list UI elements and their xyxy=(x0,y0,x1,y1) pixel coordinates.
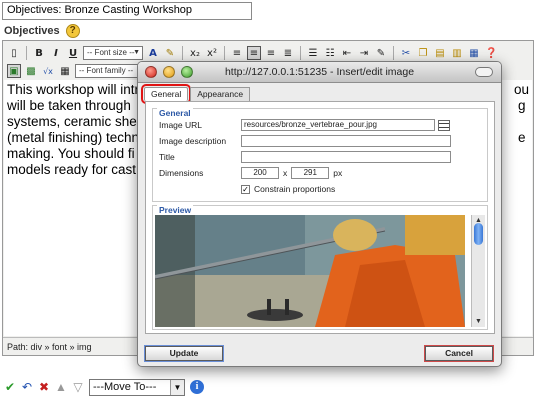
chevron-down-icon: ▼ xyxy=(133,48,140,56)
toolbar-separator xyxy=(26,45,27,60)
font-family-select[interactable]: -- Font family -- xyxy=(75,63,139,78)
undo-icon[interactable]: ↶ xyxy=(21,380,33,394)
help-button-icon[interactable]: ❓ xyxy=(484,46,498,60)
move-to-select[interactable]: ---Move To--- ▼ xyxy=(89,378,185,396)
toolbar-separator xyxy=(182,45,183,60)
outdent-icon[interactable]: ⇤ xyxy=(340,46,354,60)
scroll-down-icon[interactable]: ▼ xyxy=(474,317,483,326)
table-icon[interactable]: ▦ xyxy=(58,64,72,78)
insert-image-dialog: http://127.0.0.1:51235 - Insert/edit ima… xyxy=(137,61,502,367)
underline-button[interactable]: U xyxy=(66,46,80,60)
title-input[interactable] xyxy=(241,151,451,163)
objectives-header: Objectives ? xyxy=(4,23,80,39)
dialog-titlebar[interactable]: http://127.0.0.1:51235 - Insert/edit ima… xyxy=(138,62,501,83)
superscript-icon[interactable]: x² xyxy=(205,46,219,60)
constrain-checkbox[interactable]: ✓ xyxy=(241,184,250,194)
image-description-row: Image description xyxy=(159,135,451,147)
dimensions-row: Dimensions 200 x 291 px xyxy=(159,167,342,179)
preview-legend: Preview xyxy=(157,205,194,215)
image-description-input[interactable] xyxy=(241,135,451,147)
new-document-icon[interactable]: ▯ xyxy=(7,46,21,60)
paste-word-icon[interactable]: ▦ xyxy=(467,46,481,60)
unit-label: px xyxy=(333,168,343,178)
italic-button[interactable]: I xyxy=(49,46,63,60)
align-justify-icon[interactable]: ≣ xyxy=(281,46,295,60)
constrain-label: Constrain proportions xyxy=(254,184,336,194)
insert-image-icon[interactable]: ▣ xyxy=(7,63,21,78)
info-icon[interactable]: i xyxy=(190,380,204,394)
highlight-color-icon[interactable]: ✎ xyxy=(163,46,177,60)
preview-scrollbar[interactable]: ▲ ▼ xyxy=(471,215,485,327)
objectives-label: Objectives xyxy=(4,25,60,37)
toolbar-separator xyxy=(300,45,301,60)
image-url-input[interactable]: resources/bronze_vertebrae_pour.jpg xyxy=(241,119,435,131)
constrain-row: ✓ Constrain proportions xyxy=(241,183,335,195)
preview-fieldset: Preview ▲ ▼ xyxy=(152,205,488,330)
edit-icon[interactable]: ✎ xyxy=(374,46,388,60)
font-family-label: -- Font family -- xyxy=(79,65,134,75)
bronze-pour-photo xyxy=(155,215,465,327)
height-input[interactable]: 291 xyxy=(291,167,330,179)
content-fragment: ou xyxy=(514,82,530,97)
toolbar-toggle-icon[interactable] xyxy=(475,67,493,77)
align-center-icon[interactable]: ≡ xyxy=(247,45,261,60)
content-fragment: g xyxy=(518,98,526,113)
bottom-toolbar: ✔ ↶ ✖ ▲ ▽ ---Move To--- ▼ i xyxy=(4,378,204,396)
image-url-label: Image URL xyxy=(159,120,202,130)
indent-icon[interactable]: ⇥ xyxy=(357,46,371,60)
check-icon[interactable]: ✔ xyxy=(4,380,16,394)
dialog-tabs: General Appearance xyxy=(140,84,252,104)
title-field[interactable]: Objectives: Bronze Casting Workshop xyxy=(2,2,252,20)
content-fragment: e xyxy=(518,130,526,145)
text-color-icon[interactable]: A xyxy=(146,46,160,60)
math-icon[interactable]: √x xyxy=(41,64,55,78)
image-url-row: Image URL resources/bronze_vertebrae_pou… xyxy=(159,119,450,131)
help-icon[interactable]: ? xyxy=(65,24,80,38)
scroll-thumb[interactable] xyxy=(474,223,483,245)
image-description-label: Image description xyxy=(159,136,227,146)
toolbar-separator xyxy=(393,45,394,60)
paste-text-icon[interactable]: ▥ xyxy=(450,46,464,60)
general-legend: General xyxy=(157,108,193,118)
times-sign: x xyxy=(283,168,288,178)
cancel-button[interactable]: Cancel xyxy=(424,345,494,362)
cut-icon[interactable]: ✂ xyxy=(399,46,413,60)
general-fieldset: General Image URL resources/bronze_verte… xyxy=(152,108,488,202)
general-panel: General Image URL resources/bronze_verte… xyxy=(145,101,495,334)
title-label: Title xyxy=(159,152,175,162)
media-icon[interactable]: ▩ xyxy=(24,64,38,78)
tab-general[interactable]: General xyxy=(140,84,192,104)
tab-appearance[interactable]: Appearance xyxy=(190,87,251,101)
subscript-icon[interactable]: x₂ xyxy=(188,46,202,60)
width-input[interactable]: 200 xyxy=(241,167,279,179)
move-down-icon[interactable]: ▽ xyxy=(72,380,84,394)
copy-icon[interactable]: ❐ xyxy=(416,46,430,60)
bullet-list-icon[interactable]: ☰ xyxy=(306,46,320,60)
move-up-icon[interactable]: ▲ xyxy=(55,380,67,394)
paste-icon[interactable]: ▤ xyxy=(433,46,447,60)
chevron-down-icon: ▼ xyxy=(170,379,184,395)
preview-image xyxy=(155,215,465,327)
delete-icon[interactable]: ✖ xyxy=(38,380,50,394)
update-button[interactable]: Update xyxy=(144,345,224,362)
numbered-list-icon[interactable]: ☷ xyxy=(323,46,337,60)
move-to-label: ---Move To--- xyxy=(93,380,157,393)
bold-button[interactable]: B xyxy=(32,46,46,60)
dialog-title: http://127.0.0.1:51235 - Insert/edit ima… xyxy=(224,66,415,78)
font-size-select[interactable]: -- Font size -- ▼ xyxy=(83,45,143,60)
title-row: Title xyxy=(159,151,451,163)
toolbar-separator xyxy=(224,45,225,60)
toolbar-row-1: ▯ B I U -- Font size -- ▼ A ✎ x₂ x² ≡ ≡ ≡… xyxy=(3,44,533,61)
align-right-icon[interactable]: ≡ xyxy=(264,46,278,60)
align-left-icon[interactable]: ≡ xyxy=(230,46,244,60)
browse-icon[interactable] xyxy=(438,119,450,131)
dimensions-label: Dimensions xyxy=(159,168,204,178)
font-size-label: -- Font size -- xyxy=(87,47,135,57)
